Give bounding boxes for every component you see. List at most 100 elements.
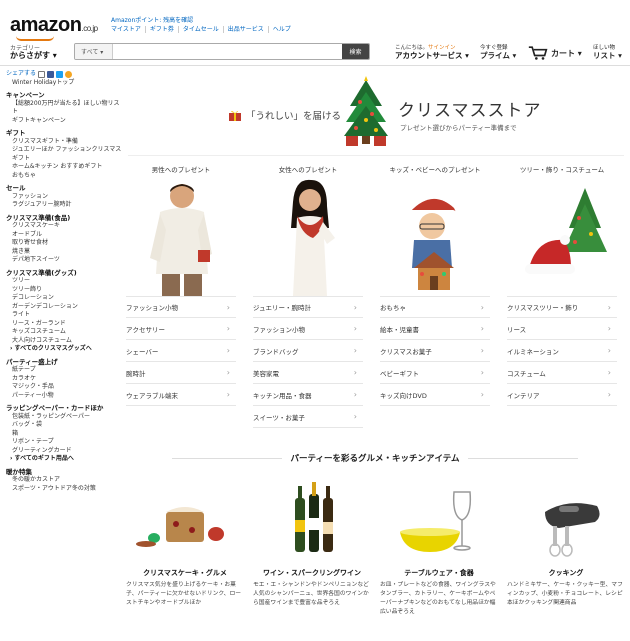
category-link[interactable]: おもちゃ › xyxy=(380,296,490,318)
sidebar-link[interactable]: ファッション xyxy=(6,193,124,202)
link-help[interactable]: ヘルプ xyxy=(269,26,295,33)
chevron-right-icon: › xyxy=(353,346,357,355)
category-link[interactable]: リース › xyxy=(507,318,617,340)
sidebar-link[interactable]: バッグ・袋 xyxy=(6,421,124,430)
sidebar-link[interactable]: 大人向けコスチューム xyxy=(6,337,124,346)
product-cooking[interactable]: クッキング ハンドミキサー、ケーキ・クッキー型、マフィンカップ、小麦粉・チョコレ… xyxy=(507,472,625,608)
search-input[interactable] xyxy=(113,44,342,59)
sidebar-link[interactable]: ガーデンデコレーション xyxy=(6,303,124,312)
category-link[interactable]: 絵本・児童書 › xyxy=(380,318,490,340)
sidebar-link[interactable]: 冬の暖かカストア xyxy=(6,476,124,485)
sidebar-link[interactable]: リボン・テープ xyxy=(6,438,124,447)
category-link[interactable]: 美容家電 › xyxy=(253,362,363,384)
santa-hat-and-tree-image[interactable] xyxy=(507,178,617,296)
sidebar-heading: 暖か特集 xyxy=(6,467,32,476)
category-link[interactable]: アクセサリー › xyxy=(126,318,236,340)
sidebar-link[interactable]: カラオケ xyxy=(6,375,124,384)
category-link[interactable]: コスチューム › xyxy=(507,362,617,384)
wishlist-menu[interactable]: ほしい物 リスト ▾ xyxy=(593,45,622,59)
amazon-logo[interactable]: amazon.co.jp xyxy=(10,14,98,37)
product-description: ハンドミキサー、ケーキ・クッキー型、マフィンカップ、小麦粉・チョコレート、レシピ… xyxy=(507,582,623,606)
product-wine[interactable]: ワイン・スパークリングワイン モエ・エ・シャンドンやドンペリニョンなど人気のシャ… xyxy=(253,472,371,608)
category-link[interactable]: ウェアラブル端末 › xyxy=(126,384,236,406)
sidebar-link[interactable]: オードブル xyxy=(6,231,124,240)
category-link[interactable]: インテリア › xyxy=(507,384,617,406)
sidebar-link[interactable]: ジュエリーほか ファッションクリスマスギフト xyxy=(6,146,124,163)
category-link[interactable]: ファッション小物 › xyxy=(253,318,363,340)
link-my-store[interactable]: マイストア xyxy=(111,26,146,33)
pinterest-icon[interactable] xyxy=(65,70,73,78)
sidebar-link[interactable]: リース・ガーランド xyxy=(6,320,124,329)
sidebar-link[interactable]: グリーティングカード xyxy=(6,447,124,456)
category-link-label: スイーツ・お菓子 xyxy=(253,413,305,422)
product-cake[interactable]: クリスマスケーキ・グルメ クリスマス気分を盛り上げるケーキ・お菓子、パーティーに… xyxy=(126,472,244,608)
category-link[interactable]: クリスマスツリー・飾り › xyxy=(507,296,617,318)
chevron-right-icon: › xyxy=(480,368,484,377)
sidebar-link[interactable]: 焼き菓 xyxy=(6,248,124,257)
category-link[interactable]: イルミネーション › xyxy=(507,340,617,362)
column-link-list: おもちゃ › 絵本・児童書 › クリスマスお菓子 › ベビーギフト › キッズ向けDVD › xyxy=(380,296,490,406)
sidebar-link[interactable]: 包装紙・ラッピングペーパー xyxy=(6,413,124,422)
prime-menu[interactable]: 今すぐ登録 プライム ▾ xyxy=(480,45,516,59)
link-timesale[interactable]: タイムセール xyxy=(179,26,224,33)
column-title[interactable]: 女性へのプレゼント xyxy=(253,164,363,178)
category-link[interactable]: クリスマスお菓子 › xyxy=(380,340,490,362)
sidebar-see-all-link[interactable]: › すべてのギフト用品へ xyxy=(6,455,124,464)
column-title[interactable]: 男性へのプレゼント xyxy=(126,164,236,178)
sidebar-link[interactable]: ライト xyxy=(6,311,124,320)
category-menu[interactable]: カテゴリー からさがす ▾ xyxy=(10,45,57,60)
sidebar-link[interactable]: 紙テープ xyxy=(6,366,124,375)
column-men: 男性へのプレゼント ファッション小物 › アクセサリー › シェーバー › 腕時計 › ウェアラ… xyxy=(126,164,236,406)
sidebar-link[interactable]: 箱 xyxy=(6,430,124,439)
product-tableware[interactable]: テーブルウェア・食器 お皿・プレートなどの食器、ワイングラスやタンブラー、カトラ… xyxy=(380,472,498,617)
category-link-label: 絵本・児童書 xyxy=(380,325,419,334)
sidebar-link[interactable]: 取り寄せ食材 xyxy=(6,239,124,248)
link-gift-card[interactable]: ギフト券 xyxy=(146,26,179,33)
cart-button[interactable]: カート ▾ xyxy=(528,45,582,61)
wine-bottles-image xyxy=(253,472,371,568)
category-link[interactable]: シェーバー › xyxy=(126,340,236,362)
category-link[interactable]: 腕時計 › xyxy=(126,362,236,384)
account-menu[interactable]: こんにちは。サインイン アカウントサービス ▾ xyxy=(395,45,469,59)
category-link[interactable]: ブランドバッグ › xyxy=(253,340,363,362)
sidebar-see-all-link[interactable]: › すべてのクリスマスグッズへ xyxy=(6,345,124,354)
sidebar-link[interactable]: マジック・手品 xyxy=(6,383,124,392)
category-link[interactable]: ジュエリー・腕時計 › xyxy=(253,296,363,318)
sidebar-link[interactable]: おもちゃ xyxy=(6,172,124,181)
sidebar-link[interactable]: ツリー xyxy=(6,277,124,286)
chevron-right-icon: › xyxy=(480,302,484,312)
column-title[interactable]: キッズ・ベビーへのプレゼント xyxy=(380,164,490,178)
twitter-icon[interactable] xyxy=(56,70,64,78)
sidebar-link[interactable]: スポーツ・アウトドア冬の対策 xyxy=(6,485,124,494)
sidebar-link[interactable]: 【総額200万円が当たる】ほしい物リスト xyxy=(6,100,124,117)
sidebar-link[interactable]: キッズコスチューム xyxy=(6,328,124,337)
christmas-banner[interactable]: 「うれしい」を届ける クリスマスストア プレゼント選びからパーティー準備まで xyxy=(128,72,624,156)
sidebar-link[interactable]: ツリー飾り xyxy=(6,286,124,295)
category-link[interactable]: キッチン用品・食器 › xyxy=(253,384,363,406)
chevron-right-icon: › xyxy=(480,390,484,399)
email-icon[interactable] xyxy=(38,70,46,78)
sidebar-link[interactable]: ホーム&キッチン おすすめギフト xyxy=(6,163,124,172)
facebook-icon[interactable] xyxy=(47,70,55,78)
search-button[interactable]: 検索 xyxy=(342,44,369,59)
sidebar-link[interactable]: デパ地下スイーツ xyxy=(6,256,124,265)
man-in-sweater-image[interactable] xyxy=(126,178,236,296)
link-seller[interactable]: 出品サービス xyxy=(224,26,269,33)
woman-with-scarf-image[interactable] xyxy=(253,178,363,296)
category-link[interactable]: ファッション小物 › xyxy=(126,296,236,318)
sidebar-link[interactable]: デコレーション xyxy=(6,294,124,303)
child-with-gingerbread-house-image[interactable] xyxy=(380,178,490,296)
category-link[interactable]: キッズ向けDVD › xyxy=(380,384,490,406)
holiday-top-link[interactable]: Winter Holidayトップ xyxy=(6,79,124,88)
search-category-select[interactable]: すべて ▾ xyxy=(75,44,113,59)
column-title[interactable]: ツリー・飾り・コスチューム xyxy=(507,164,617,178)
sidebar-link[interactable]: クリスマスギフト・準備 xyxy=(6,138,124,147)
sidebar-link[interactable]: パーティー小物 xyxy=(6,392,124,401)
category-link[interactable]: スイーツ・お菓子 › xyxy=(253,406,363,428)
sidebar-link[interactable]: クリスマスケーキ xyxy=(6,222,124,231)
chevron-right-icon: › xyxy=(353,302,357,312)
category-link[interactable]: ベビーギフト › xyxy=(380,362,490,384)
sidebar-link[interactable]: ギフトキャンペーン xyxy=(6,117,124,126)
sidebar-link[interactable]: ラグジュアリー腕時計 xyxy=(6,201,124,210)
points-link[interactable]: Amazonポイント: 残高を確認 xyxy=(111,15,193,24)
